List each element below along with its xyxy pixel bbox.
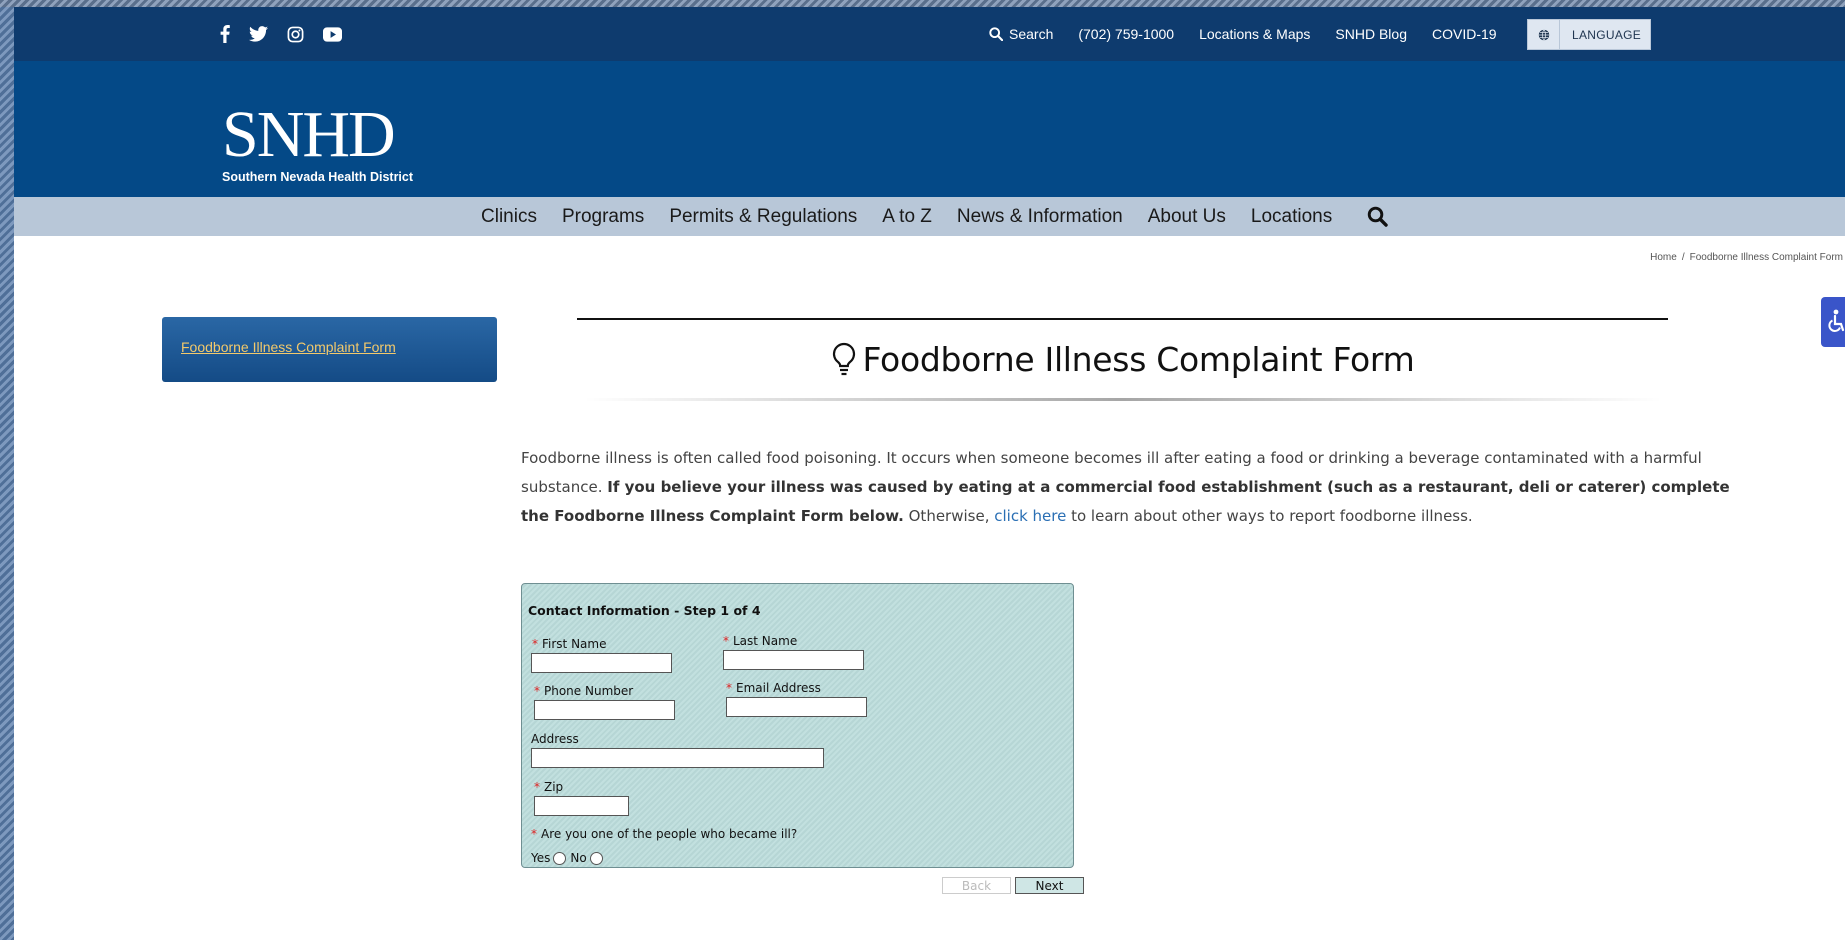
required-mark: * <box>531 827 537 841</box>
click-here-link[interactable]: click here <box>994 507 1066 525</box>
last-name-label-text: Last Name <box>733 634 798 648</box>
breadcrumb: Home / Foodborne Illness Complaint Form <box>1650 252 1843 263</box>
ill-question-label: * Are you one of the people who became il… <box>531 827 797 841</box>
required-mark: * <box>534 780 540 794</box>
phone-number-label: * Phone Number <box>534 684 633 698</box>
top-utility-bar: Search (702) 759-1000 Locations & Maps S… <box>14 7 1845 61</box>
phone-number-label-text: Phone Number <box>544 684 634 698</box>
zip-label-text: Zip <box>544 780 564 794</box>
search-link[interactable]: Search <box>989 26 1053 42</box>
globe-icon <box>1528 20 1560 49</box>
twitter-icon[interactable] <box>249 26 268 42</box>
facebook-icon[interactable] <box>220 25 230 43</box>
snhd-blog-link[interactable]: SNHD Blog <box>1335 26 1407 42</box>
nav-news-information[interactable]: News & Information <box>957 206 1123 228</box>
page-title-row: Foodborne Illness Complaint Form <box>577 337 1668 381</box>
nav-a-to-z[interactable]: A to Z <box>882 206 932 228</box>
site-header: SNHD Southern Nevada Health District <box>14 61 1845 197</box>
zip-label: * Zip <box>534 780 563 794</box>
breadcrumb-home[interactable]: Home <box>1650 252 1677 263</box>
browser-page: Search (702) 759-1000 Locations & Maps S… <box>14 7 1845 940</box>
intro-text-3: to learn about other ways to report food… <box>1066 507 1473 525</box>
first-name-label-text: First Name <box>542 637 607 651</box>
intro-paragraph: Foodborne illness is often called food p… <box>521 444 1731 531</box>
required-mark: * <box>726 681 732 695</box>
nav-permits-regulations[interactable]: Permits & Regulations <box>669 206 857 228</box>
first-name-input[interactable] <box>531 653 672 673</box>
email-address-label: * Email Address <box>726 681 821 695</box>
lightbulb-icon <box>832 342 855 376</box>
locations-maps-link[interactable]: Locations & Maps <box>1199 26 1310 42</box>
phone-link[interactable]: (702) 759-1000 <box>1078 26 1174 42</box>
instagram-icon[interactable] <box>287 26 304 43</box>
search-icon <box>989 27 1003 41</box>
address-input[interactable] <box>531 748 824 768</box>
covid-19-link[interactable]: COVID-19 <box>1432 26 1497 42</box>
wheelchair-icon <box>1828 309 1845 332</box>
first-name-label: * First Name <box>532 637 606 651</box>
next-button[interactable]: Next <box>1015 877 1084 894</box>
required-mark: * <box>534 684 540 698</box>
nav-clinics[interactable]: Clinics <box>481 206 537 228</box>
search-link-label: Search <box>1009 26 1054 42</box>
nav-programs[interactable]: Programs <box>562 206 644 228</box>
form-step-title: Contact Information - Step 1 of 4 <box>528 603 761 618</box>
breadcrumb-separator: / <box>1681 252 1685 263</box>
youtube-icon[interactable] <box>323 26 342 42</box>
nav-about-us[interactable]: About Us <box>1148 206 1226 228</box>
ill-radio-group: Yes No <box>531 851 607 865</box>
no-label: No <box>570 851 587 865</box>
yes-radio[interactable] <box>553 851 567 865</box>
breadcrumb-current: Foodborne Illness Complaint Form <box>1689 252 1843 263</box>
complaint-form: Contact Information - Step 1 of 4 * First… <box>521 583 1074 868</box>
last-name-label: * Last Name <box>723 634 797 648</box>
sidebar-menu: Foodborne Illness Complaint Form <box>162 317 497 382</box>
main-nav: Clinics Programs Permits & Regulations A… <box>14 197 1845 236</box>
social-links <box>220 25 342 43</box>
back-button[interactable]: Back <box>942 877 1011 894</box>
main-nav-items: Clinics Programs Permits & Regulations A… <box>481 197 1388 236</box>
snhd-logo[interactable]: SNHD Southern Nevada Health District <box>220 73 420 185</box>
phone-number-input[interactable] <box>534 700 675 720</box>
zip-input[interactable] <box>534 796 629 816</box>
title-rule-bottom <box>584 398 1662 401</box>
title-rule-top <box>577 318 1668 320</box>
desktop-frame-left <box>0 0 14 940</box>
logo-letters: SNHD <box>222 98 394 171</box>
email-address-label-text: Email Address <box>736 681 821 695</box>
last-name-input[interactable] <box>723 650 864 670</box>
nav-locations[interactable]: Locations <box>1251 206 1332 228</box>
nav-search-icon[interactable] <box>1367 206 1388 227</box>
required-mark: * <box>532 637 538 651</box>
utility-links: Search (702) 759-1000 Locations & Maps S… <box>989 7 1522 61</box>
required-mark: * <box>723 634 729 648</box>
page-title: Foodborne Illness Complaint Form <box>862 339 1415 379</box>
address-label: Address <box>531 732 579 746</box>
no-radio[interactable] <box>589 851 603 865</box>
language-label: LANGUAGE <box>1572 27 1642 42</box>
logo-tagline: Southern Nevada Health District <box>222 170 414 184</box>
intro-text-2: Otherwise, <box>903 507 995 525</box>
email-address-input[interactable] <box>726 697 867 717</box>
language-selector[interactable]: LANGUAGE <box>1527 19 1651 50</box>
sidebar-item-foodborne-complaint-form[interactable]: Foodborne Illness Complaint Form <box>181 339 396 355</box>
desktop-frame-top <box>0 0 1845 7</box>
yes-label: Yes <box>531 851 551 865</box>
ill-question-text: Are you one of the people who became ill… <box>541 827 798 841</box>
accessibility-toggle[interactable] <box>1821 297 1845 347</box>
